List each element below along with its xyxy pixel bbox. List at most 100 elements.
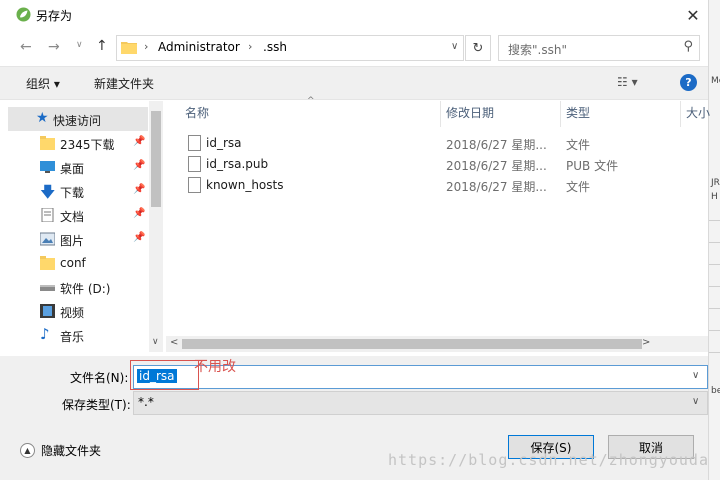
refresh-button[interactable]: ↻ [465, 35, 491, 61]
background-text: be [711, 386, 720, 396]
sidebar-item-label: 软件 (D:) [60, 282, 111, 296]
file-icon [188, 156, 201, 172]
pin-icon: 📌 [133, 160, 146, 171]
sidebar-item-desktop[interactable]: 桌面 📌 [8, 155, 148, 179]
desktop-icon [40, 160, 55, 174]
file-icon [188, 177, 201, 193]
column-header-name[interactable]: 名称 [185, 104, 209, 121]
sidebar-item-label: 音乐 [60, 330, 85, 344]
file-row[interactable]: id_rsa.pub 2018/6/27 星期... PUB 文件 [185, 154, 705, 175]
close-icon: ✕ [686, 5, 700, 25]
recent-locations-button[interactable]: ∨ [76, 40, 83, 50]
pin-icon: 📌 [133, 232, 146, 243]
search-placeholder: 搜索".ssh" [508, 43, 567, 57]
column-header-size[interactable]: 大小 [686, 104, 710, 121]
column-header-date[interactable]: 修改日期 [446, 104, 494, 121]
chevron-down-icon[interactable]: ∨ [152, 337, 159, 347]
arrow-right-icon: → [48, 39, 60, 55]
sidebar-item-downloads[interactable]: 🡇 下载 📌 [8, 179, 148, 203]
file-date: 2018/6/27 星期... [446, 159, 547, 173]
file-name: id_rsa [206, 136, 242, 150]
sidebar-item-music[interactable]: ♪ 音乐 [8, 323, 148, 347]
background-text: H [711, 192, 718, 202]
file-type: 文件 [566, 138, 591, 152]
hide-folders-label: 隐藏文件夹 [41, 444, 102, 458]
pin-icon: 📌 [133, 136, 146, 147]
scrollbar-thumb[interactable] [151, 111, 161, 207]
file-name: id_rsa.pub [206, 157, 269, 171]
view-options-icon[interactable]: ☷ ▾ [617, 75, 638, 89]
close-button[interactable]: ✕ [678, 0, 708, 30]
drive-icon [40, 280, 55, 294]
breadcrumb-item[interactable]: .ssh [263, 40, 287, 54]
filename-label: 文件名(N): [70, 371, 129, 385]
background-text: JR [711, 178, 720, 188]
sidebar-item-label: 下载 [60, 186, 85, 200]
navigation-pane: ★ 快速访问 2345下载 📌 桌面 📌 🡇 下载 📌 文档 📌 图片 📌 co… [8, 101, 148, 352]
file-row[interactable]: known_hosts 2018/6/27 星期... 文件 [185, 175, 705, 196]
command-toolbar: 组织 ▾ 新建文件夹 ☷ ▾ [0, 66, 708, 100]
sidebar-item-videos[interactable]: 视频 [8, 299, 148, 323]
app-leaf-icon [16, 7, 31, 22]
sidebar-item-documents[interactable]: 文档 📌 [8, 203, 148, 227]
window-title: 另存为 [36, 9, 73, 23]
up-button[interactable]: ↑ [96, 38, 108, 54]
star-icon: ★ [36, 110, 49, 126]
sidebar-item-label: 快速访问 [53, 114, 102, 128]
sidebar-item-label: 图片 [60, 234, 85, 248]
sidebar-item-pictures[interactable]: 图片 📌 [8, 227, 148, 251]
address-bar[interactable]: › Administrator › .ssh ∨ [116, 35, 464, 61]
forward-button[interactable]: → [48, 39, 60, 55]
annotation-box [130, 360, 199, 390]
watermark-text: https://blog.csdn.net/zhongyouda [388, 451, 709, 469]
scroll-right-icon[interactable]: > [642, 337, 650, 348]
sidebar-item-label: 桌面 [60, 162, 85, 176]
filetype-value: *.* [138, 395, 154, 409]
pin-icon: 📌 [133, 208, 146, 219]
sidebar-item-drive-d[interactable]: 软件 (D:) [8, 275, 148, 299]
hide-folders-toggle[interactable]: ▲ 隐藏文件夹 [20, 442, 101, 459]
scrollbar-thumb[interactable] [182, 339, 642, 349]
annotation-text: 不用改 [194, 359, 236, 375]
pin-icon: 📌 [133, 184, 146, 195]
sidebar-item-label: 视频 [60, 306, 85, 320]
background-text: Me [711, 76, 720, 86]
sort-indicator-icon: ^ [307, 96, 315, 106]
breadcrumb-separator: › [144, 40, 149, 53]
organize-menu[interactable]: 组织 ▾ [26, 75, 60, 92]
file-list-scrollbar[interactable]: < > [166, 336, 708, 352]
back-button[interactable]: ← [20, 39, 32, 55]
breadcrumb-item[interactable]: Administrator [158, 40, 240, 54]
filetype-select[interactable]: *.* ∨ [133, 391, 708, 415]
arrow-up-icon: ↑ [96, 38, 108, 54]
background-window-strip: Me JR H be [708, 0, 720, 480]
file-name: known_hosts [206, 178, 284, 192]
sidebar-item-label: conf [60, 256, 86, 270]
scroll-left-icon[interactable]: < [170, 337, 178, 348]
help-icon: ? [685, 76, 692, 89]
sidebar-item-conf[interactable]: conf [8, 251, 148, 275]
picture-icon [39, 232, 56, 246]
file-row[interactable]: id_rsa 2018/6/27 星期... 文件 [185, 133, 705, 154]
breadcrumb-separator: › [248, 40, 253, 53]
sidebar-item-label: 2345下载 [60, 138, 115, 152]
document-icon [40, 207, 55, 223]
search-input[interactable]: 搜索".ssh" ⚲ [498, 35, 700, 61]
sidebar-item-2345-downloads[interactable]: 2345下载 📌 [8, 131, 148, 155]
file-type: PUB 文件 [566, 159, 619, 173]
column-header-type[interactable]: 类型 [566, 104, 590, 121]
sidebar-item-label: 文档 [60, 210, 85, 224]
folder-icon [121, 40, 137, 54]
download-icon: 🡇 [40, 183, 56, 201]
folder-icon [40, 256, 55, 270]
address-dropdown[interactable]: ∨ [451, 41, 458, 52]
help-button[interactable]: ? [680, 74, 697, 91]
chevron-down-icon: ∨ [692, 396, 700, 407]
navigation-scrollbar[interactable]: ∨ [149, 101, 163, 352]
search-icon: ⚲ [683, 39, 693, 54]
chevron-down-icon: ∨ [451, 41, 459, 52]
chevron-down-icon[interactable]: ∨ [692, 370, 699, 381]
new-folder-button[interactable]: 新建文件夹 [94, 75, 154, 92]
sidebar-item-quick-access[interactable]: ★ 快速访问 [8, 107, 148, 131]
music-icon: ♪ [40, 325, 50, 343]
